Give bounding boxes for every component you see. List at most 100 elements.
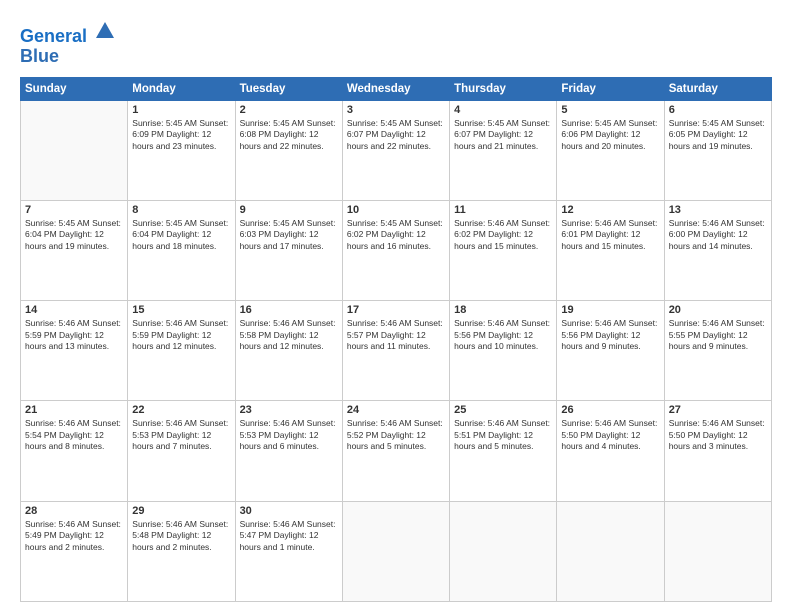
header: General Blue — [20, 16, 772, 67]
day-info: Sunrise: 5:46 AM Sunset: 5:50 PM Dayligh… — [669, 418, 767, 452]
calendar-cell: 24 Sunrise: 5:46 AM Sunset: 5:52 PM Dayli… — [342, 401, 449, 501]
day-info: Sunrise: 5:46 AM Sunset: 5:58 PM Dayligh… — [240, 318, 338, 352]
calendar-cell — [342, 501, 449, 601]
day-number: 6 — [669, 104, 767, 116]
day-number: 8 — [132, 204, 230, 216]
day-number: 28 — [25, 505, 123, 517]
day-info: Sunrise: 5:46 AM Sunset: 5:53 PM Dayligh… — [132, 418, 230, 452]
day-info: Sunrise: 5:45 AM Sunset: 6:03 PM Dayligh… — [240, 218, 338, 252]
calendar-cell: 5 Sunrise: 5:45 AM Sunset: 6:06 PM Daylig… — [557, 100, 664, 200]
calendar-cell: 27 Sunrise: 5:46 AM Sunset: 5:50 PM Dayli… — [664, 401, 771, 501]
day-info: Sunrise: 5:45 AM Sunset: 6:08 PM Dayligh… — [240, 118, 338, 152]
calendar-week-1: 1 Sunrise: 5:45 AM Sunset: 6:09 PM Daylig… — [21, 100, 772, 200]
day-info: Sunrise: 5:45 AM Sunset: 6:05 PM Dayligh… — [669, 118, 767, 152]
day-number: 24 — [347, 404, 445, 416]
weekday-header-friday: Friday — [557, 77, 664, 100]
page: General Blue SundayMondayTuesdayWednesda… — [0, 0, 792, 612]
day-number: 27 — [669, 404, 767, 416]
calendar-cell: 30 Sunrise: 5:46 AM Sunset: 5:47 PM Dayli… — [235, 501, 342, 601]
calendar-cell: 4Sunrise: 5:45 AM Sunset: 6:07 PM Daylig… — [450, 100, 557, 200]
calendar-cell — [450, 501, 557, 601]
day-info: Sunrise: 5:46 AM Sunset: 6:02 PM Dayligh… — [454, 218, 552, 252]
day-number: 13 — [669, 204, 767, 216]
day-info: Sunrise: 5:46 AM Sunset: 5:54 PM Dayligh… — [25, 418, 123, 452]
day-info: Sunrise: 5:45 AM Sunset: 6:04 PM Dayligh… — [25, 218, 123, 252]
day-info: Sunrise: 5:46 AM Sunset: 5:53 PM Dayligh… — [240, 418, 338, 452]
day-info: Sunrise: 5:45 AM Sunset: 6:06 PM Dayligh… — [561, 118, 659, 152]
weekday-header-sunday: Sunday — [21, 77, 128, 100]
day-number: 17 — [347, 304, 445, 316]
day-number: 12 — [561, 204, 659, 216]
day-number: 21 — [25, 404, 123, 416]
day-info: Sunrise: 5:46 AM Sunset: 5:55 PM Dayligh… — [669, 318, 767, 352]
day-number: 14 — [25, 304, 123, 316]
day-info: Sunrise: 5:46 AM Sunset: 5:57 PM Dayligh… — [347, 318, 445, 352]
calendar-cell: 3 Sunrise: 5:45 AM Sunset: 6:07 PM Daylig… — [342, 100, 449, 200]
calendar-cell: 1 Sunrise: 5:45 AM Sunset: 6:09 PM Daylig… — [128, 100, 235, 200]
weekday-header-wednesday: Wednesday — [342, 77, 449, 100]
day-number: 10 — [347, 204, 445, 216]
day-info: Sunrise: 5:46 AM Sunset: 6:00 PM Dayligh… — [669, 218, 767, 252]
calendar-cell: 29Sunrise: 5:46 AM Sunset: 5:48 PM Dayli… — [128, 501, 235, 601]
weekday-header-saturday: Saturday — [664, 77, 771, 100]
calendar-cell: 23 Sunrise: 5:46 AM Sunset: 5:53 PM Dayli… — [235, 401, 342, 501]
logo: General Blue — [20, 20, 116, 67]
day-info: Sunrise: 5:46 AM Sunset: 5:50 PM Dayligh… — [561, 418, 659, 452]
day-number: 5 — [561, 104, 659, 116]
weekday-header-thursday: Thursday — [450, 77, 557, 100]
day-number: 3 — [347, 104, 445, 116]
calendar-cell — [557, 501, 664, 601]
day-number: 15 — [132, 304, 230, 316]
calendar-week-4: 21 Sunrise: 5:46 AM Sunset: 5:54 PM Dayli… — [21, 401, 772, 501]
calendar-cell: 7 Sunrise: 5:45 AM Sunset: 6:04 PM Daylig… — [21, 200, 128, 300]
calendar-cell: 18Sunrise: 5:46 AM Sunset: 5:56 PM Dayli… — [450, 301, 557, 401]
day-info: Sunrise: 5:46 AM Sunset: 5:48 PM Dayligh… — [132, 519, 230, 553]
day-info: Sunrise: 5:46 AM Sunset: 5:47 PM Dayligh… — [240, 519, 338, 553]
day-info: Sunrise: 5:46 AM Sunset: 5:49 PM Dayligh… — [25, 519, 123, 553]
calendar-cell: 2 Sunrise: 5:45 AM Sunset: 6:08 PM Daylig… — [235, 100, 342, 200]
day-number: 1 — [132, 104, 230, 116]
calendar-cell: 19Sunrise: 5:46 AM Sunset: 5:56 PM Dayli… — [557, 301, 664, 401]
calendar-cell — [21, 100, 128, 200]
calendar-cell: 17 Sunrise: 5:46 AM Sunset: 5:57 PM Dayli… — [342, 301, 449, 401]
logo-icon — [94, 20, 116, 42]
day-number: 7 — [25, 204, 123, 216]
day-number: 30 — [240, 505, 338, 517]
logo-text: General — [20, 20, 116, 47]
day-number: 25 — [454, 404, 552, 416]
logo-general: General — [20, 26, 87, 46]
calendar-cell: 21 Sunrise: 5:46 AM Sunset: 5:54 PM Dayli… — [21, 401, 128, 501]
calendar-cell: 9 Sunrise: 5:45 AM Sunset: 6:03 PM Daylig… — [235, 200, 342, 300]
calendar-week-2: 7 Sunrise: 5:45 AM Sunset: 6:04 PM Daylig… — [21, 200, 772, 300]
day-info: Sunrise: 5:46 AM Sunset: 5:52 PM Dayligh… — [347, 418, 445, 452]
day-number: 26 — [561, 404, 659, 416]
day-info: Sunrise: 5:46 AM Sunset: 5:59 PM Dayligh… — [132, 318, 230, 352]
calendar-cell: 25 Sunrise: 5:46 AM Sunset: 5:51 PM Dayli… — [450, 401, 557, 501]
calendar-cell: 16 Sunrise: 5:46 AM Sunset: 5:58 PM Dayli… — [235, 301, 342, 401]
calendar-cell: 26 Sunrise: 5:46 AM Sunset: 5:50 PM Dayli… — [557, 401, 664, 501]
day-number: 18 — [454, 304, 552, 316]
day-info: Sunrise: 5:46 AM Sunset: 5:51 PM Dayligh… — [454, 418, 552, 452]
day-info: Sunrise: 5:45 AM Sunset: 6:04 PM Dayligh… — [132, 218, 230, 252]
day-number: 22 — [132, 404, 230, 416]
calendar-cell: 20Sunrise: 5:46 AM Sunset: 5:55 PM Dayli… — [664, 301, 771, 401]
day-number: 11 — [454, 204, 552, 216]
day-info: Sunrise: 5:45 AM Sunset: 6:07 PM Dayligh… — [347, 118, 445, 152]
day-info: Sunrise: 5:45 AM Sunset: 6:07 PM Dayligh… — [454, 118, 552, 152]
day-info: Sunrise: 5:45 AM Sunset: 6:02 PM Dayligh… — [347, 218, 445, 252]
calendar-cell: 14Sunrise: 5:46 AM Sunset: 5:59 PM Dayli… — [21, 301, 128, 401]
day-number: 23 — [240, 404, 338, 416]
calendar-cell: 15 Sunrise: 5:46 AM Sunset: 5:59 PM Dayli… — [128, 301, 235, 401]
day-number: 9 — [240, 204, 338, 216]
day-info: Sunrise: 5:45 AM Sunset: 6:09 PM Dayligh… — [132, 118, 230, 152]
day-number: 16 — [240, 304, 338, 316]
calendar-cell — [664, 501, 771, 601]
day-info: Sunrise: 5:46 AM Sunset: 6:01 PM Dayligh… — [561, 218, 659, 252]
calendar-cell: 22 Sunrise: 5:46 AM Sunset: 5:53 PM Dayli… — [128, 401, 235, 501]
calendar-week-3: 14 Sunrise: 5:46 AM Sunset: 5:59 PM Dayli… — [21, 301, 772, 401]
calendar-week-5: 28 Sunrise: 5:46 AM Sunset: 5:49 PM Dayli… — [21, 501, 772, 601]
day-number: 2 — [240, 104, 338, 116]
calendar-cell: 10 Sunrise: 5:45 AM Sunset: 6:02 PM Dayli… — [342, 200, 449, 300]
weekday-header-row: SundayMondayTuesdayWednesdayThursdayFrid… — [21, 77, 772, 100]
day-info: Sunrise: 5:46 AM Sunset: 5:56 PM Dayligh… — [561, 318, 659, 352]
